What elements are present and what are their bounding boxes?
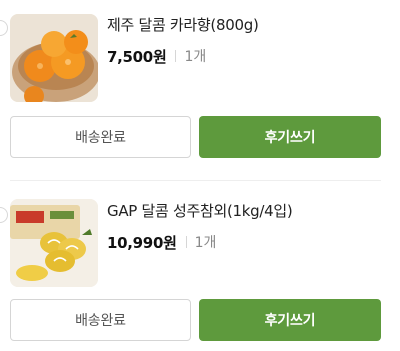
product-name[interactable]: 제주 달콤 카라향(800g) [107, 14, 390, 36]
product-image[interactable] [10, 199, 98, 287]
delivered-button[interactable]: 배송완료 [10, 299, 191, 341]
order-divider [10, 180, 381, 181]
price-divider [185, 236, 187, 248]
melon-image-icon [10, 199, 98, 287]
product-price: 7,500원 [107, 47, 167, 66]
write-review-button[interactable]: 후기쓰기 [199, 116, 381, 158]
price-row: 7,500원 1개 [107, 45, 390, 67]
product-info: 제주 달콤 카라향(800g) 7,500원 1개 [107, 14, 390, 67]
product-image[interactable] [10, 14, 98, 102]
tangerine-image-icon [10, 14, 98, 102]
product-price: 10,990원 [107, 233, 177, 252]
price-row: 10,990원 1개 [107, 231, 390, 253]
select-circle-icon[interactable] [0, 207, 8, 223]
order-list: 제주 달콤 카라향(800g) 7,500원 1개 배송완료 후기쓰기 GAP … [0, 0, 400, 351]
product-name[interactable]: GAP 달콤 성주참외(1kg/4입) [107, 200, 390, 222]
select-circle-icon[interactable] [0, 20, 8, 36]
product-quantity: 1개 [194, 235, 217, 251]
product-info: GAP 달콤 성주참외(1kg/4입) 10,990원 1개 [107, 200, 390, 253]
write-review-button[interactable]: 후기쓰기 [199, 299, 381, 341]
product-quantity: 1개 [184, 49, 207, 65]
price-divider [175, 50, 177, 62]
delivered-button[interactable]: 배송완료 [10, 116, 191, 158]
